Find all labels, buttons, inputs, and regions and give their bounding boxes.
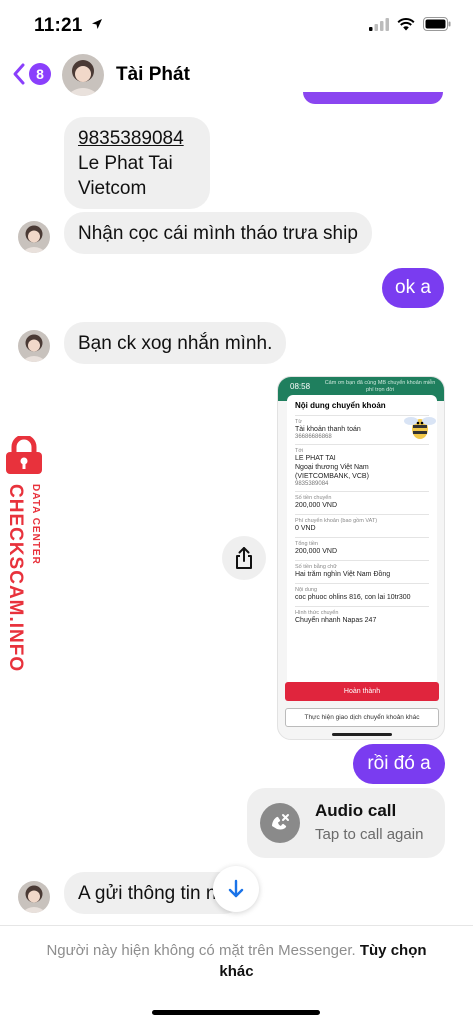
receipt-title: Nội dung chuyển khoản [295,401,386,410]
unread-badge: 8 [29,63,51,85]
watermark-sub: DATA CENTER [30,484,41,565]
words-value: Hai trăm nghìn Việt Nam Đồng [295,571,391,578]
message-bubble[interactable]: Nhận cọc cái mình tháo trưa ship [64,212,372,254]
call-subtitle: Tap to call again [315,826,424,843]
receipt-time: 08:58 [290,382,311,391]
fee-value: 0 VND [295,525,316,532]
receipt-to: Tới LE PHAT TAI Ngoại thương Việt Nam (V… [295,444,429,491]
home-indicator [152,1010,320,1015]
signal-icon [369,17,389,31]
clock: 11:21 [34,15,83,36]
bank-name: Vietcom [78,178,147,199]
receipt-method: Hình thức chuyển Chuyển nhanh Napas 247 [295,606,429,629]
account-number-link[interactable]: 9835389084 [78,126,196,151]
bank-info-bubble[interactable]: 9835389084 Le Phat Tai Vietcom [64,117,210,209]
message-bubble[interactable]: Bạn ck xog nhắn mình. [64,322,287,364]
footer-text: Người này hiện không có mặt trên Messeng… [30,940,443,982]
method-value: Chuyển nhanh Napas 247 [295,617,377,624]
receipt-from: Từ Tài khoản thanh toán 36686686868 [295,415,436,444]
back-button[interactable]: 8 [12,62,51,86]
transfer-receipt-image[interactable]: 08:58 Cảm ơn bạn đã cùng MB chuyển khoản… [277,376,445,740]
receipt-done-button: Hoàn thành [285,682,439,701]
to-name: LE PHAT TAI [295,455,336,462]
receipt-words: Số tiền bằng chữ Hai trăm nghìn Việt Nam… [295,560,429,583]
receipt-content: Nội dung coc phuoc ohlins 816, con lai 1… [295,583,429,606]
battery-icon [423,17,451,31]
sent-message-bubble[interactable]: ok a [382,268,444,308]
watermark: CHECKSCAM.INFO DATA CENTER [2,436,54,672]
receipt-home-indicator [332,733,392,736]
status-time: 11:21 [34,15,103,37]
avatar[interactable] [18,330,50,362]
total-value: 200,000 VND [295,548,338,555]
share-button[interactable] [222,536,266,580]
footer-notice-text: Người này hiện không có mặt trên Messeng… [46,942,356,959]
content-value: coc phuoc ohlins 816, con lai 10tr300 [295,594,411,601]
receipt-fee: Phí chuyển khoản (bao gồm VAT) 0 VND [295,514,429,537]
avatar[interactable] [18,881,50,913]
arrow-down-icon [228,879,244,898]
wifi-icon [397,17,415,30]
receipt-other-button: Thực hiện giao dịch chuyển khoản khác [285,708,439,727]
back-chevron-icon [13,63,25,85]
audio-call-bubble[interactable]: Audio call Tap to call again [247,788,445,858]
watermark-brand: CHECKSCAM.INFO [5,484,26,673]
status-bar: 11:21 [0,0,473,50]
mascot-icon [404,417,436,439]
call-missed-icon [260,803,300,843]
scroll-to-bottom-button[interactable] [213,866,259,912]
lock-icon [6,436,42,474]
contact-avatar[interactable] [62,54,104,96]
location-arrow-icon [92,19,103,29]
call-title: Audio call [315,801,397,820]
share-icon [236,547,252,569]
contact-name[interactable]: Tài Phát [116,64,190,86]
receipt-banner: Cảm ơn bạn đã cùng MB chuyển khoản miễn … [324,380,436,393]
amount-value: 200,000 VND [295,502,338,509]
receipt-total: Tổng tiền 200,000 VND [295,537,429,560]
avatar[interactable] [18,221,50,253]
to-bank-full: (VIETCOMBANK, VCB) [295,473,369,480]
previous-sent-bubble [303,92,443,104]
to-bank: Ngoại thương Việt Nam [295,464,369,471]
status-icons [369,17,451,31]
receipt-card: Nội dung chuyển khoản Từ Tài khoản thanh… [287,395,437,685]
to-number: 9835389084 [295,481,329,487]
receipt-amount: Số tiền chuyển 200,000 VND [295,491,429,514]
account-name: Le Phat Tai [78,153,173,174]
sent-message-bubble[interactable]: rồi đó a [353,744,445,784]
